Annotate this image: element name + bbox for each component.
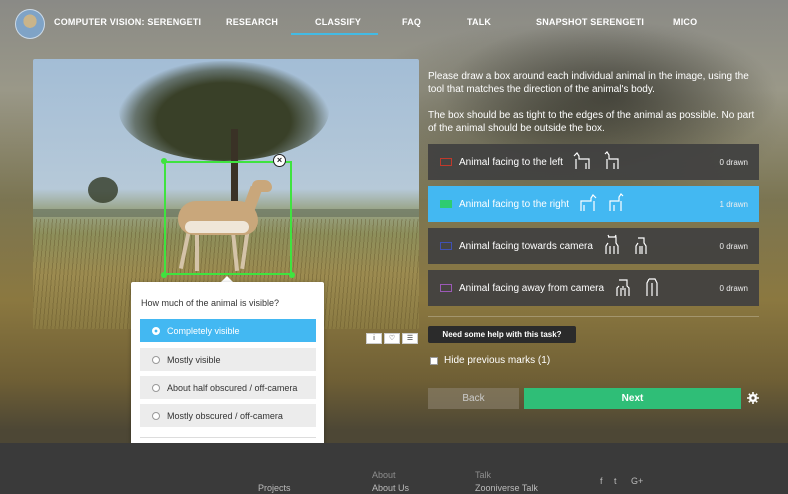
project-avatar[interactable] [15, 9, 45, 39]
google-plus-icon[interactable]: G+ [631, 476, 643, 486]
animal-right-icon [609, 193, 624, 211]
animal-front-icon [605, 234, 619, 254]
tool-facing-away[interactable]: Animal facing away from camera 0 drawn [428, 270, 759, 306]
nav-research[interactable]: RESEARCH [226, 17, 278, 27]
bbox-handle-bottom-right[interactable] [289, 272, 295, 278]
top-nav: COMPUTER VISION: SERENGETI RESEARCH CLAS… [0, 0, 788, 46]
nav-active-indicator [291, 33, 378, 35]
image-acacia-canopy [119, 61, 329, 161]
nav-classify[interactable]: CLASSIFY [315, 17, 361, 27]
animal-right-icon [580, 194, 597, 211]
tool-facing-left[interactable]: Animal facing to the left 0 drawn [428, 144, 759, 180]
info-icon[interactable]: i [366, 333, 382, 344]
back-button[interactable]: Back [428, 388, 519, 409]
option-label: Completely visible [167, 325, 240, 336]
radio-icon [152, 326, 160, 335]
list-icon[interactable]: ☰ [402, 333, 418, 344]
tool-count: 0 drawn [719, 242, 748, 251]
panel-divider [428, 316, 759, 317]
animal-back-icon [616, 279, 630, 296]
nav-mico[interactable]: MICO [673, 17, 697, 27]
footer-link-projects[interactable]: Projects [258, 483, 291, 493]
animal-front-icon [635, 237, 647, 254]
tool-label: Animal facing to the right [459, 198, 570, 210]
bbox-delete-icon[interactable]: × [273, 154, 286, 167]
gear-icon[interactable] [746, 391, 760, 405]
bounding-box-mark[interactable] [164, 161, 292, 275]
tool-label: Animal facing towards camera [459, 240, 593, 252]
nav-snapshot-serengeti[interactable]: SNAPSHOT SERENGETI [536, 17, 644, 27]
bbox-handle-bottom-left[interactable] [161, 272, 167, 278]
popup-divider [140, 437, 316, 438]
tool-color-swatch [440, 284, 452, 292]
animal-left-icon [604, 151, 619, 169]
option-label: Mostly obscured / off-camera [167, 410, 283, 421]
image-toolbar: i ♡ ☰ [366, 333, 418, 344]
tool-count: 1 drawn [719, 200, 748, 209]
tool-label: Animal facing to the left [459, 156, 563, 168]
twitter-icon[interactable]: t [614, 476, 617, 486]
next-button[interactable]: Next [524, 388, 741, 409]
option-mostly-obscured[interactable]: Mostly obscured / off-camera [140, 404, 316, 427]
tool-color-swatch [440, 158, 452, 166]
animal-left-icon [573, 152, 590, 169]
radio-icon [152, 355, 160, 364]
radio-icon [152, 383, 160, 392]
footer-link-zooniverse-talk[interactable]: Zooniverse Talk [475, 483, 538, 493]
hide-previous-marks[interactable]: Hide previous marks (1) [430, 355, 550, 366]
tool-facing-right[interactable]: Animal facing to the right 1 drawn [428, 186, 759, 222]
tool-color-swatch [440, 242, 452, 250]
image-small-tree [88, 177, 118, 203]
heart-icon[interactable]: ♡ [384, 333, 400, 344]
bbox-handle-top-left[interactable] [161, 158, 167, 164]
nav-faq[interactable]: FAQ [402, 17, 421, 27]
footer-heading-talk: Talk [475, 470, 492, 480]
option-half-obscured[interactable]: About half obscured / off-camera [140, 376, 316, 399]
option-mostly-visible[interactable]: Mostly visible [140, 348, 316, 371]
nav-talk[interactable]: TALK [467, 17, 491, 27]
footer-heading-about: About [372, 470, 396, 480]
tool-count: 0 drawn [719, 158, 748, 167]
option-label: Mostly visible [167, 354, 221, 365]
footer-link-about-us[interactable]: About Us [372, 483, 409, 493]
project-title[interactable]: COMPUTER VISION: SERENGETI [54, 17, 201, 27]
radio-icon [152, 411, 160, 420]
help-button[interactable]: Need some help with this task? [428, 326, 576, 343]
tool-label: Animal facing away from camera [459, 282, 605, 294]
option-completely-visible[interactable]: Completely visible [140, 319, 316, 342]
popup-question: How much of the animal is visible? [141, 298, 280, 308]
option-label: About half obscured / off-camera [167, 382, 298, 393]
instructions-p2: The box should be as tight to the edges … [428, 110, 755, 134]
facebook-icon[interactable]: f [600, 476, 603, 486]
tool-color-swatch [440, 200, 452, 208]
instructions-p1: Please draw a box around each individual… [428, 71, 749, 95]
tool-count: 0 drawn [719, 284, 748, 293]
hide-marks-label: Hide previous marks (1) [444, 355, 551, 366]
tool-facing-camera[interactable]: Animal facing towards camera 0 drawn [428, 228, 759, 264]
animal-back-icon [646, 278, 658, 296]
hide-marks-checkbox[interactable] [430, 356, 438, 365]
